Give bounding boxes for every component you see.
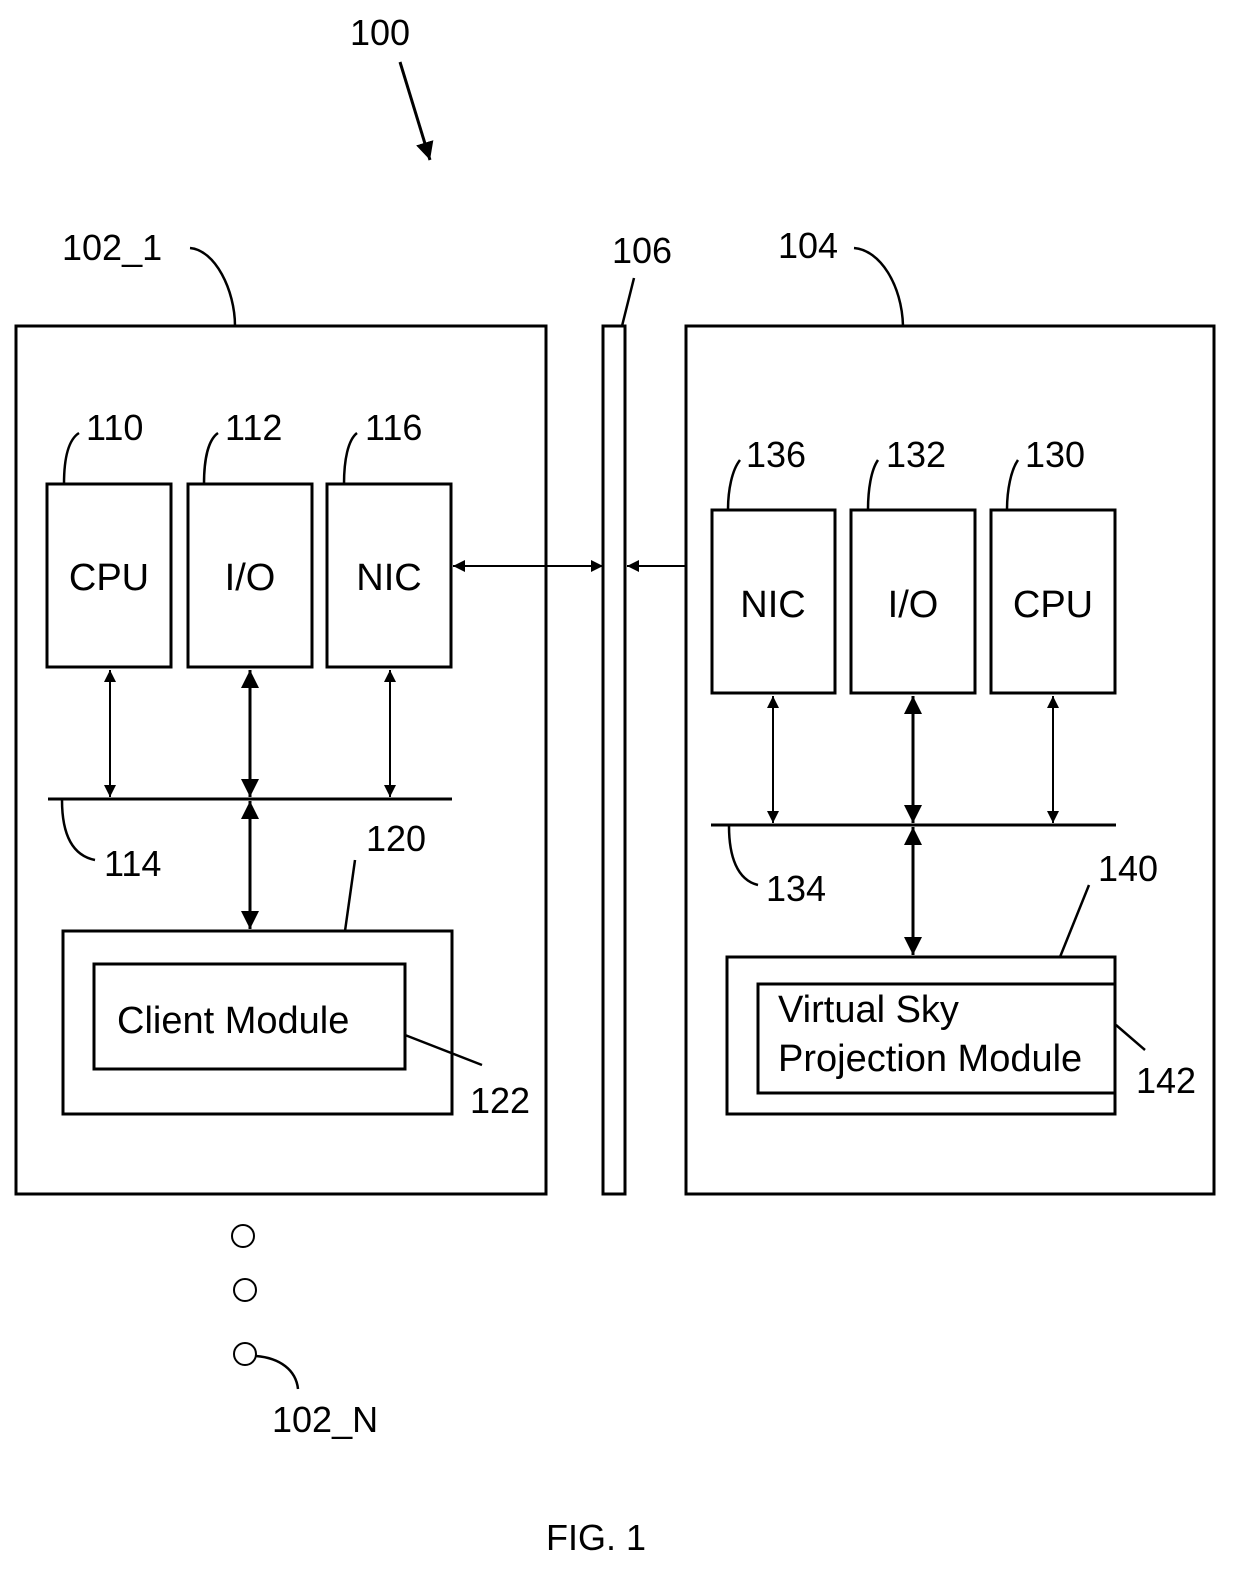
- client-nic-ref: 116: [365, 407, 422, 448]
- ellipsis-dot-2: [233, 1278, 257, 1302]
- client-bus-ref: 114: [104, 843, 161, 884]
- figure-caption: FIG. 1: [546, 1517, 646, 1558]
- system-diagram: 100 102_1 CPU 110 I/O 112 NIC 116 114 12…: [14, 12, 1216, 1558]
- server-nic-ref: 136: [746, 434, 806, 475]
- server-io-ref: 132: [886, 434, 946, 475]
- server-io-label: I/O: [888, 584, 939, 626]
- server-memory-ref: 140: [1098, 848, 1158, 889]
- client-ref-leader: [189, 246, 237, 327]
- client-cpu-label: CPU: [69, 557, 149, 599]
- server-ref-label: 104: [778, 225, 838, 266]
- network-bar: [601, 324, 627, 1196]
- server-ref-leader: [853, 246, 905, 327]
- server-module-ref: 142: [1136, 1060, 1196, 1101]
- client-cpu-ref: 110: [86, 407, 143, 448]
- system-ref-label: 100: [350, 12, 410, 53]
- client-module-ref: 122: [470, 1080, 530, 1121]
- client-nic-label: NIC: [356, 557, 421, 599]
- client-module-label: Client Module: [117, 1000, 349, 1042]
- server-bus-ref: 134: [766, 868, 826, 909]
- client-ref-label: 102_1: [62, 227, 162, 268]
- server-module-label-line2: Projection Module: [778, 1038, 1082, 1080]
- client-io-label: I/O: [225, 557, 276, 599]
- network-ref: 106: [612, 230, 672, 271]
- last-client-ref: 102_N: [272, 1399, 378, 1440]
- system-ref-arrow: [398, 61, 434, 161]
- ellipsis-dot-3: [233, 1342, 257, 1366]
- server-nic-label: NIC: [740, 584, 805, 626]
- server-cpu-ref: 130: [1025, 434, 1085, 475]
- server-cpu-label: CPU: [1013, 584, 1093, 626]
- server-module-label-line1: Virtual Sky: [778, 989, 959, 1031]
- client-io-ref: 112: [225, 407, 282, 448]
- network-ref-leader: [620, 277, 636, 327]
- last-client-leader: [255, 1354, 300, 1390]
- ellipsis-dot-1: [231, 1224, 255, 1248]
- client-memory-ref: 120: [366, 818, 426, 859]
